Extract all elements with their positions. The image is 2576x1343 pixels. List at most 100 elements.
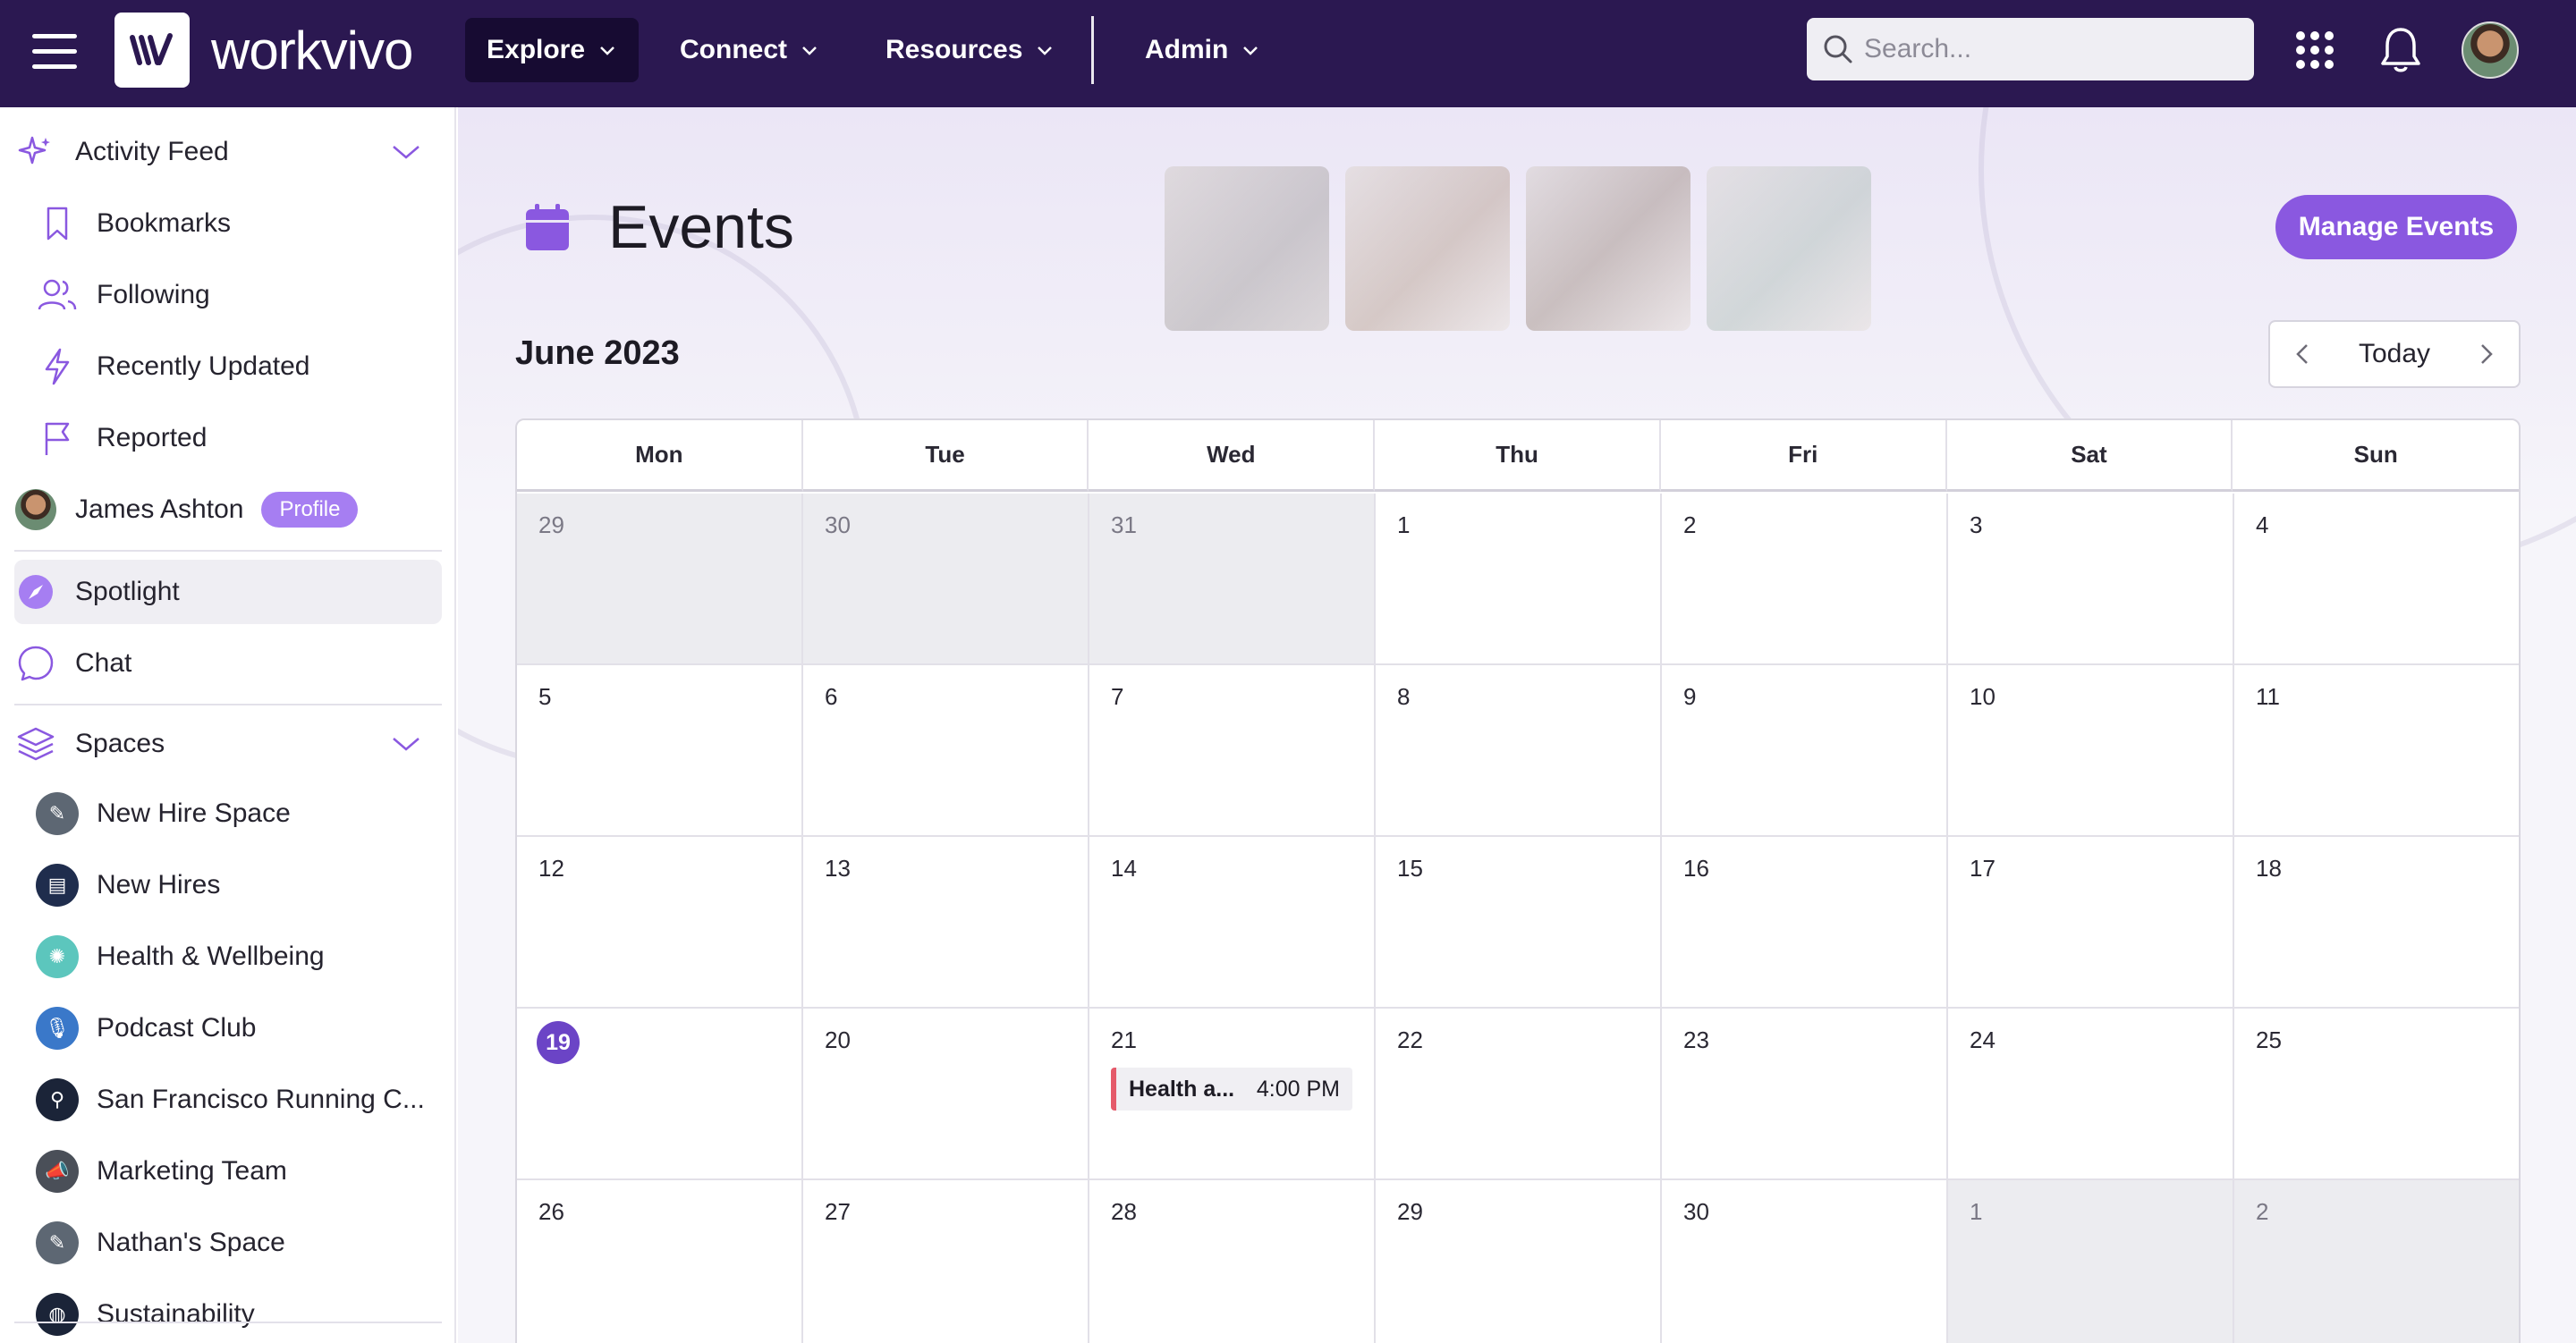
space-item-new-hire-space[interactable]: ✎ New Hire Space: [36, 781, 442, 846]
calendar-day-cell[interactable]: 6: [803, 665, 1089, 837]
chevron-right-icon[interactable]: [2472, 340, 2501, 368]
chevron-left-icon[interactable]: [2288, 340, 2317, 368]
day-number: 15: [1397, 855, 1423, 882]
sidebar-item-chat[interactable]: Chat: [14, 631, 442, 696]
nav-connect[interactable]: Connect: [658, 18, 841, 82]
sidebar-item-recently-updated[interactable]: Recently Updated: [36, 334, 442, 399]
sidebar-item-spotlight[interactable]: Spotlight: [14, 560, 442, 624]
page-title: Events: [608, 193, 794, 261]
chevron-down-icon: [1243, 46, 1258, 55]
sidebar-item-spaces[interactable]: Spaces: [14, 712, 442, 776]
calendar-day-cell[interactable]: 9: [1662, 665, 1948, 837]
calendar-day-cell[interactable]: 15: [1376, 837, 1662, 1009]
runner-icon: ⚲: [36, 1078, 79, 1121]
calendar-day-cell[interactable]: 7: [1089, 665, 1376, 837]
calendar-day-cell[interactable]: 4: [2234, 494, 2519, 665]
space-label: Nathan's Space: [97, 1228, 285, 1257]
menu-icon[interactable]: [32, 34, 77, 73]
calendar-icon: [526, 204, 569, 250]
event-chip[interactable]: Health a... 4:00 PM: [1111, 1068, 1352, 1111]
calendar-day-cell[interactable]: 10: [1948, 665, 2234, 837]
calendar-day-cell[interactable]: 17: [1948, 837, 2234, 1009]
calendar-day-cell[interactable]: 18: [2234, 837, 2519, 1009]
calendar-day-cell[interactable]: 13: [803, 837, 1089, 1009]
sidebar-item-activity-feed[interactable]: Activity Feed: [14, 120, 442, 184]
calendar-day-cell[interactable]: 16: [1662, 837, 1948, 1009]
search-box[interactable]: [1807, 18, 2254, 80]
calendar-day-cell[interactable]: 5: [517, 665, 803, 837]
calendar-day-cell[interactable]: 31: [1089, 494, 1376, 665]
user-name: James Ashton: [75, 494, 244, 524]
workvivo-logo[interactable]: [114, 13, 190, 88]
calendar-grid: Mon Tue Wed Thu Fri Sat Sun 29 30 31 1 2 3 4 5 6…: [515, 418, 2521, 1343]
user-avatar[interactable]: [2462, 21, 2519, 79]
calendar-day-cell[interactable]: 30: [1662, 1180, 1948, 1343]
calendar-day-cell[interactable]: 20: [803, 1009, 1089, 1180]
calendar-day-cell[interactable]: 1: [1376, 494, 1662, 665]
flag-icon: [36, 417, 79, 460]
space-item-marketing-team[interactable]: 📣 Marketing Team: [36, 1139, 442, 1204]
calendar-day-cell[interactable]: 3: [1948, 494, 2234, 665]
manage-events-button[interactable]: Manage Events: [2275, 195, 2517, 259]
chevron-down-icon[interactable]: [390, 731, 422, 756]
calendar-day-cell[interactable]: 24: [1948, 1009, 2234, 1180]
calendar-day-cell[interactable]: 12: [517, 837, 803, 1009]
sidebar-item-following[interactable]: Following: [36, 263, 442, 327]
calendar-day-cell[interactable]: 2: [1662, 494, 1948, 665]
calendar-day-cell[interactable]: 28: [1089, 1180, 1376, 1343]
space-item-sustainability[interactable]: ◍ Sustainability: [36, 1282, 442, 1343]
space-item-health-wellbeing[interactable]: ✺ Health & Wellbeing: [36, 925, 442, 989]
notification-bell-icon[interactable]: [2376, 25, 2426, 75]
calendar-day-cell[interactable]: 19: [517, 1009, 803, 1180]
day-number: 16: [1683, 855, 1709, 882]
day-number: 22: [1397, 1026, 1423, 1053]
sidebar-item-bookmarks[interactable]: Bookmarks: [36, 191, 442, 256]
chevron-down-icon: [600, 46, 614, 55]
day-number: 6: [825, 683, 838, 710]
calendar-day-cell[interactable]: 8: [1376, 665, 1662, 837]
nav-admin-label: Admin: [1145, 35, 1229, 64]
today-date-badge: 19: [537, 1021, 580, 1064]
calendar-day-cell[interactable]: 30: [803, 494, 1089, 665]
calendar-day-cell[interactable]: 2: [2234, 1180, 2519, 1343]
day-number: 18: [2256, 855, 2282, 882]
divider: [14, 550, 442, 552]
nav-explore[interactable]: Explore: [465, 18, 640, 82]
calendar-day-cell[interactable]: 27: [803, 1180, 1089, 1343]
calendar-day-cell[interactable]: 29: [1376, 1180, 1662, 1343]
space-item-podcast-club[interactable]: 🎙 Podcast Club: [36, 996, 442, 1060]
weekday-label: Mon: [517, 420, 803, 492]
weekday-label: Tue: [802, 420, 1089, 492]
compass-icon: [14, 570, 57, 613]
space-item-new-hires[interactable]: ▤ New Hires: [36, 853, 442, 917]
chevron-down-icon[interactable]: [390, 139, 422, 165]
sidebar-item-label: Recently Updated: [97, 351, 310, 381]
nav-resources[interactable]: Resources: [864, 18, 1076, 82]
day-number: 21: [1111, 1026, 1137, 1053]
calendar-day-cell[interactable]: 29: [517, 494, 803, 665]
calendar-day-cell[interactable]: 14: [1089, 837, 1376, 1009]
apps-grid-icon[interactable]: [2290, 25, 2340, 75]
sidebar-item-reported[interactable]: Reported: [36, 406, 442, 470]
calendar-day-cell[interactable]: 26: [517, 1180, 803, 1343]
header-photo: [1345, 166, 1510, 331]
profile-badge[interactable]: Profile: [261, 492, 359, 528]
day-number: 28: [1111, 1198, 1137, 1225]
avatar: [14, 488, 57, 531]
calendar-day-cell[interactable]: 11: [2234, 665, 2519, 837]
calendar-day-cell[interactable]: 25: [2234, 1009, 2519, 1180]
space-item-sf-running[interactable]: ⚲ San Francisco Running C...: [36, 1068, 442, 1132]
day-number: 30: [825, 511, 851, 538]
calendar-day-cell[interactable]: 22: [1376, 1009, 1662, 1180]
space-item-nathans-space[interactable]: ✎ Nathan's Space: [36, 1211, 442, 1275]
sidebar-item-label: Reported: [97, 423, 208, 452]
sparkle-icon: [14, 131, 57, 173]
sidebar-item-profile[interactable]: James Ashton Profile: [14, 477, 442, 542]
nav-admin[interactable]: Admin: [1123, 18, 1282, 82]
today-button[interactable]: Today: [2359, 339, 2430, 369]
calendar-day-cell[interactable]: 23: [1662, 1009, 1948, 1180]
calendar-day-cell[interactable]: 21 Health a... 4:00 PM: [1089, 1009, 1376, 1180]
search-input[interactable]: [1864, 34, 2240, 64]
space-avatar: ✺: [36, 935, 79, 978]
calendar-day-cell[interactable]: 1: [1948, 1180, 2234, 1343]
